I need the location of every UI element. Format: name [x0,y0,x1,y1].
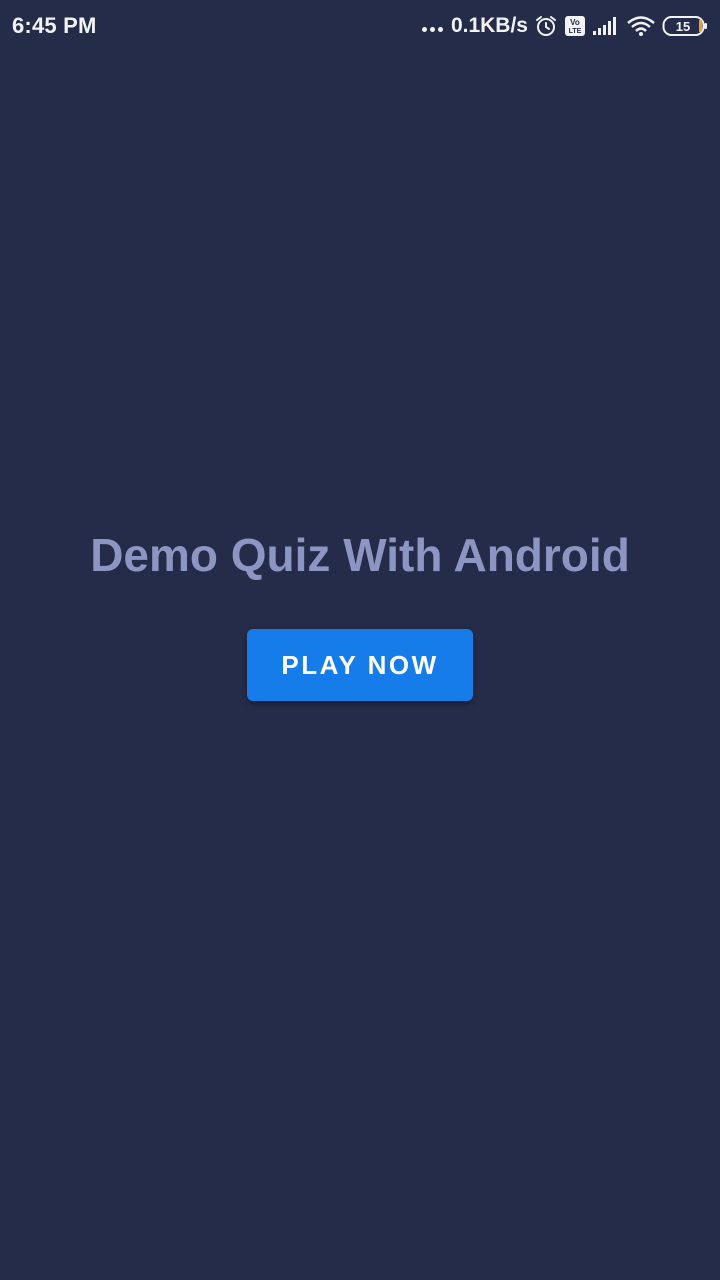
network-speed: 0.1KB/s [450,14,528,37]
alarm-icon [534,14,558,38]
signal-icon [592,15,620,37]
svg-text:Vo: Vo [570,18,580,27]
main-content: Demo Quiz With Android PLAY NOW [0,520,720,701]
volte-icon: Vo LTE [564,15,586,37]
battery-icon: 15 [662,15,708,37]
wifi-icon [626,14,656,38]
app-title: Demo Quiz With Android [90,529,630,581]
status-time: 6:45 PM [12,13,97,38]
battery-level: 15 [676,19,690,34]
svg-text:LTE: LTE [569,28,582,35]
more-dots-icon [421,26,443,32]
play-now-button[interactable]: PLAY NOW [247,629,473,701]
status-icons: 0.1KB/s Vo LTE 15 [421,14,708,38]
status-bar: 6:45 PM 0.1KB/s Vo LTE 15 [0,0,720,52]
